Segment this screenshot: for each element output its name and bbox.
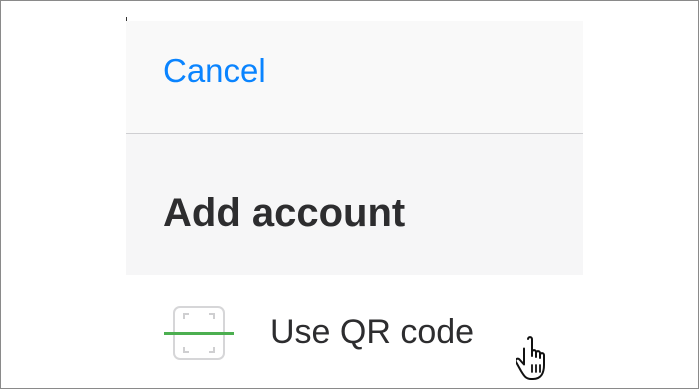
use-qr-code-label: Use QR code [270, 313, 475, 351]
page-title: Add account [163, 191, 406, 235]
sheet-header: Cancel [126, 21, 583, 133]
use-qr-code-option[interactable]: Use QR code [126, 291, 583, 381]
qr-scan-icon [164, 306, 234, 360]
header-divider [126, 133, 583, 134]
cancel-button[interactable]: Cancel [163, 51, 266, 91]
screenshot-frame: Cancel Add account Use QR code [0, 0, 699, 389]
hand-pointer-icon [516, 336, 545, 380]
add-account-sheet: Cancel Add account [126, 21, 583, 275]
